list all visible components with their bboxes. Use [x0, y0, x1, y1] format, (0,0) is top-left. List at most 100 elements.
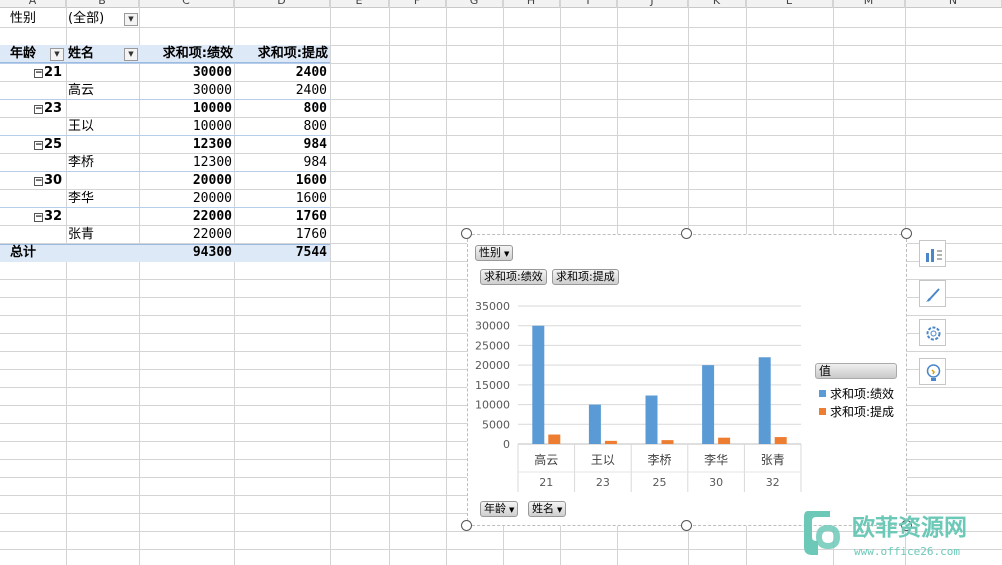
age-dropdown-icon[interactable]: ▼ [50, 48, 64, 61]
watermark-url: www.office26.com [854, 545, 960, 558]
pivot-header-comm: 求和项:提成 [257, 46, 328, 61]
column-header[interactable]: J [617, 0, 688, 8]
y-tick-label: 25000 [475, 339, 510, 352]
name-dropdown-icon[interactable]: ▼ [124, 48, 138, 61]
pivot-item-perf: 12300 [192, 155, 232, 170]
pivot-item-name: 王以 [68, 119, 95, 134]
column-header[interactable]: D [234, 0, 330, 8]
chart-styles-brush-icon[interactable] [919, 280, 946, 307]
collapse-icon[interactable]: − [34, 177, 43, 186]
column-header[interactable]: C [139, 0, 234, 8]
pivot-group-perf: 30000 [192, 65, 232, 80]
pivot-header-age: 年龄 [10, 46, 37, 61]
column-header[interactable]: A [0, 0, 66, 8]
pivot-item-name: 高云 [68, 83, 95, 98]
bar-perf [645, 395, 658, 444]
resize-handle-bottom-left[interactable] [461, 520, 472, 531]
pivot-item-perf: 30000 [192, 83, 232, 98]
pivot-group-perf: 12300 [192, 137, 232, 152]
column-header[interactable]: N [905, 0, 1002, 8]
pivot-item-name: 张青 [68, 227, 95, 242]
bar-comm [548, 434, 561, 444]
chart-axis-name-button[interactable]: 姓名 ▼ [528, 501, 567, 517]
collapse-icon[interactable]: − [34, 213, 43, 222]
x-category-label: 李桥 [647, 452, 671, 467]
pivot-group-comm: 2400 [295, 65, 327, 80]
pivot-group-perf: 10000 [192, 101, 232, 116]
resize-handle-top[interactable] [681, 228, 692, 239]
pivot-header-perf: 求和项:绩效 [162, 46, 233, 61]
collapse-icon[interactable]: − [34, 69, 43, 78]
pivot-item-comm: 984 [303, 155, 327, 170]
y-tick-label: 0 [503, 438, 510, 451]
pivot-group-age[interactable]: −23 [34, 100, 62, 118]
lightbulb-icon[interactable] [919, 358, 946, 385]
grid-column-line [446, 0, 447, 565]
x-category-label: 高云 [534, 452, 558, 467]
pivot-item-name: 李华 [68, 191, 95, 206]
pivot-group-age[interactable]: −25 [34, 136, 62, 154]
pivot-filter-label: 性别 [10, 11, 37, 26]
resize-handle-bottom[interactable] [681, 520, 692, 531]
pivot-group-age-label: 25 [44, 137, 63, 152]
y-tick-label: 20000 [475, 359, 510, 372]
column-header[interactable]: L [746, 0, 833, 8]
chart-elements-icon[interactable] [919, 240, 946, 267]
chart-filters-gear-icon[interactable] [919, 319, 946, 346]
bar-perf [702, 365, 715, 444]
pivot-group-comm: 984 [303, 137, 327, 152]
x-outer-category-label: 32 [766, 476, 780, 489]
column-header[interactable]: E [330, 0, 389, 8]
pivot-total-perf: 94300 [192, 245, 232, 260]
bar-comm [604, 440, 617, 444]
bar-perf [532, 325, 545, 444]
collapse-icon[interactable]: − [34, 105, 43, 114]
pivot-item-comm: 2400 [295, 83, 327, 98]
column-header[interactable]: H [503, 0, 560, 8]
bar-perf [758, 357, 771, 444]
pivot-total-label: 总计 [10, 245, 37, 260]
collapse-icon[interactable]: − [34, 141, 43, 150]
bar-comm [718, 437, 731, 444]
column-header[interactable]: B [66, 0, 139, 8]
chevron-down-icon: ▼ [557, 506, 563, 514]
bar-comm [661, 440, 674, 444]
pivot-header-name: 姓名 [68, 46, 95, 61]
pivot-group-age[interactable]: −32 [34, 208, 62, 226]
resize-handle-top-right[interactable] [901, 228, 912, 239]
column-header[interactable]: K [688, 0, 746, 8]
pivot-filter-value: (全部) [68, 11, 105, 26]
filter-dropdown-icon[interactable]: ▼ [124, 13, 138, 26]
chevron-down-icon: ▼ [509, 506, 515, 514]
grid-column-line [330, 0, 331, 565]
pivot-chart[interactable]: 性别 ▼ 求和项:绩效 求和项:提成 0 5000 10000 15000 20000 25… [467, 234, 907, 526]
pivot-group-perf: 20000 [192, 173, 232, 188]
y-tick-label: 30000 [475, 320, 510, 333]
pivot-item-comm: 800 [303, 119, 327, 134]
column-header[interactable]: M [833, 0, 905, 8]
legend-title: 值 [815, 363, 897, 379]
x-outer-category-label: 30 [709, 476, 723, 489]
x-outer-category-label: 23 [596, 476, 610, 489]
x-category-label: 张青 [761, 453, 785, 467]
pivot-total-comm: 7544 [295, 245, 327, 260]
chart-axis-age-button[interactable]: 年龄 ▼ [480, 501, 519, 517]
resize-handle-top-left[interactable] [461, 228, 472, 239]
grid-column-line [234, 0, 235, 565]
pivot-item-comm: 1760 [295, 227, 327, 242]
column-header[interactable]: I [560, 0, 617, 8]
y-tick-label: 10000 [475, 399, 510, 412]
pivot-item-perf: 20000 [192, 191, 232, 206]
column-header[interactable]: G [446, 0, 503, 8]
grid-column-line [389, 0, 390, 565]
pivot-group-age[interactable]: −30 [34, 172, 62, 190]
column-header[interactable]: F [389, 0, 446, 8]
pivot-group-age[interactable]: −21 [34, 64, 62, 82]
pivot-group-comm: 800 [303, 101, 327, 116]
chart-plot-area: 0 5000 10000 15000 20000 25000 30000 35000 高云 21 王… [475, 300, 802, 492]
pivot-group-age-label: 23 [44, 101, 63, 116]
pivot-group-age-label: 21 [44, 65, 63, 80]
grid-column-line [66, 0, 67, 565]
pivot-group-age-label: 30 [44, 173, 63, 188]
grid-row-line [0, 27, 1002, 28]
